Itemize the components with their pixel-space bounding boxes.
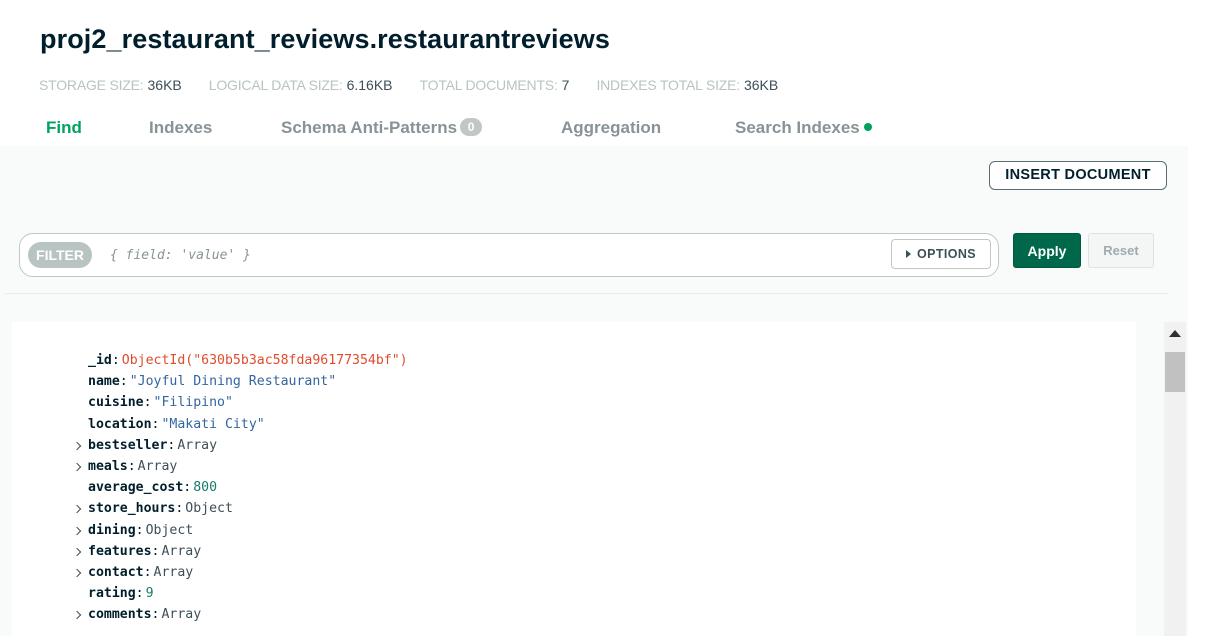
reset-button[interactable]: Reset xyxy=(1088,233,1154,268)
insert-document-button[interactable]: INSERT DOCUMENT xyxy=(989,161,1167,190)
stat-label: LOGICAL DATA SIZE: xyxy=(208,77,343,93)
field-key: bestseller xyxy=(88,437,168,453)
field-value: ObjectId("630b5b3ac58fda96177354bf") xyxy=(121,353,408,368)
field-colon: : xyxy=(175,501,184,517)
field-colon: : xyxy=(127,458,136,474)
field-colon: : xyxy=(119,374,128,390)
chevron-right-icon xyxy=(72,547,82,556)
tab-label: Schema Anti-Patterns xyxy=(281,118,458,137)
chevron-right-icon xyxy=(72,526,82,535)
chevron-right-icon xyxy=(72,611,82,620)
field-colon: : xyxy=(135,586,144,602)
field-value: "Joyful Dining Restaurant" xyxy=(129,374,337,390)
field-value: Object xyxy=(145,522,194,538)
stat-value: 36KB xyxy=(743,77,779,93)
document-card: _id: ObjectId("630b5b3ac58fda96177354bf")… xyxy=(12,322,1136,636)
field-key: dining xyxy=(88,522,136,538)
document-field: location: "Makati City" xyxy=(88,414,408,435)
document-list-scrollbar[interactable] xyxy=(1164,322,1186,636)
options-toggle-button[interactable]: OPTIONS xyxy=(891,239,991,269)
document-field: cuisine: "Filipino" xyxy=(88,392,408,413)
document-field: rating: 9 xyxy=(88,583,408,604)
field-key: meals xyxy=(88,458,128,474)
scrollbar-thumb[interactable] xyxy=(1165,352,1185,392)
chevron-right-icon xyxy=(72,568,82,578)
document-field: dining: Object xyxy=(72,520,408,541)
field-value: Array xyxy=(137,458,178,474)
document-field: name: "Joyful Dining Restaurant" xyxy=(88,371,408,392)
field-colon: : xyxy=(143,564,152,580)
anti-pattern-count-badge: 0 xyxy=(460,118,483,136)
field-colon: : xyxy=(111,353,120,368)
chevron-right-icon xyxy=(72,505,82,514)
stat-value: 36KB xyxy=(147,77,182,93)
tab-schema-anti-patterns[interactable]: Schema Anti-Patterns 0 xyxy=(281,118,483,138)
field-value: Array xyxy=(177,437,218,453)
document-field: features: Array xyxy=(72,541,408,562)
field-key: contact xyxy=(88,564,144,580)
document-field: meals: Array xyxy=(72,456,408,477)
field-colon: : xyxy=(183,480,192,496)
caret-right-icon xyxy=(905,250,911,258)
toolbar-divider xyxy=(5,293,1168,294)
field-colon: : xyxy=(151,607,160,623)
documents-workspace: INSERT DOCUMENT FILTER OPTIONS Apply Res… xyxy=(0,146,1188,636)
field-colon: : xyxy=(167,437,176,453)
apply-button[interactable]: Apply xyxy=(1013,233,1081,268)
field-value: Array xyxy=(153,564,194,580)
stat-storage-size: STORAGE SIZE: 36KB xyxy=(39,77,182,93)
field-colon: : xyxy=(143,395,152,411)
stat-logical-data-size: LOGICAL DATA SIZE: 6.16KB xyxy=(209,77,393,93)
field-value: Object xyxy=(185,501,233,517)
collection-stats: STORAGE SIZE: 36KB LOGICAL DATA SIZE: 6.16… xyxy=(39,77,805,93)
field-key: cuisine xyxy=(88,395,144,411)
tab-indexes[interactable]: Indexes xyxy=(149,118,212,138)
field-key: features xyxy=(88,543,152,559)
document-field: bestseller: Array xyxy=(72,435,408,456)
document-field: contact: Array xyxy=(72,562,408,583)
field-key: store_hours xyxy=(88,501,176,517)
field-value: "Filipino" xyxy=(153,395,233,411)
stat-total-documents: TOTAL DOCUMENTS: 7 xyxy=(420,77,570,93)
document-field: comments: Array xyxy=(72,604,408,625)
document-field: _id: ObjectId("630b5b3ac58fda96177354bf") xyxy=(88,350,408,371)
chevron-right-icon xyxy=(72,462,82,472)
field-value: 800 xyxy=(193,480,218,496)
field-key: name xyxy=(88,374,120,390)
field-key: _id xyxy=(88,353,112,368)
filter-label-pill: FILTER xyxy=(28,242,92,268)
field-value: Array xyxy=(161,543,202,559)
document-field: store_hours: Object xyxy=(72,498,408,519)
field-key: comments xyxy=(88,607,152,623)
stat-label: STORAGE SIZE: xyxy=(39,77,144,93)
field-colon: : xyxy=(151,543,160,559)
tab-aggregation[interactable]: Aggregation xyxy=(561,118,661,138)
field-key: rating xyxy=(88,586,136,602)
tab-find[interactable]: Find xyxy=(46,118,82,138)
field-key: average_cost xyxy=(88,480,184,496)
stat-value: 6.16KB xyxy=(346,77,393,93)
document-fields: _id: ObjectId("630b5b3ac58fda96177354bf")… xyxy=(72,350,408,625)
field-value: 9 xyxy=(145,586,154,602)
field-value: "Makati City" xyxy=(161,416,265,432)
stat-label: INDEXES TOTAL SIZE: xyxy=(596,77,740,93)
field-colon: : xyxy=(135,522,144,538)
stat-value: 7 xyxy=(561,77,570,93)
chevron-right-icon xyxy=(72,441,82,450)
field-colon: : xyxy=(151,416,160,432)
scroll-up-arrow-icon[interactable] xyxy=(1169,330,1181,337)
document-field: average_cost: 800 xyxy=(88,477,408,498)
query-filter-bar: FILTER OPTIONS xyxy=(19,233,999,277)
tab-search-indexes[interactable]: Search Indexes xyxy=(735,118,872,138)
options-label: OPTIONS xyxy=(916,247,977,261)
filter-input[interactable] xyxy=(110,242,870,268)
field-value: Array xyxy=(161,607,202,623)
tab-label: Search Indexes xyxy=(735,118,860,137)
stat-label: TOTAL DOCUMENTS: xyxy=(419,77,558,93)
field-key: location xyxy=(88,416,152,432)
collection-namespace-title: proj2_restaurant_reviews.restaurantrevie… xyxy=(40,24,610,54)
stat-indexes-total-size: INDEXES TOTAL SIZE: 36KB xyxy=(596,77,778,93)
status-dot-icon xyxy=(863,123,872,131)
